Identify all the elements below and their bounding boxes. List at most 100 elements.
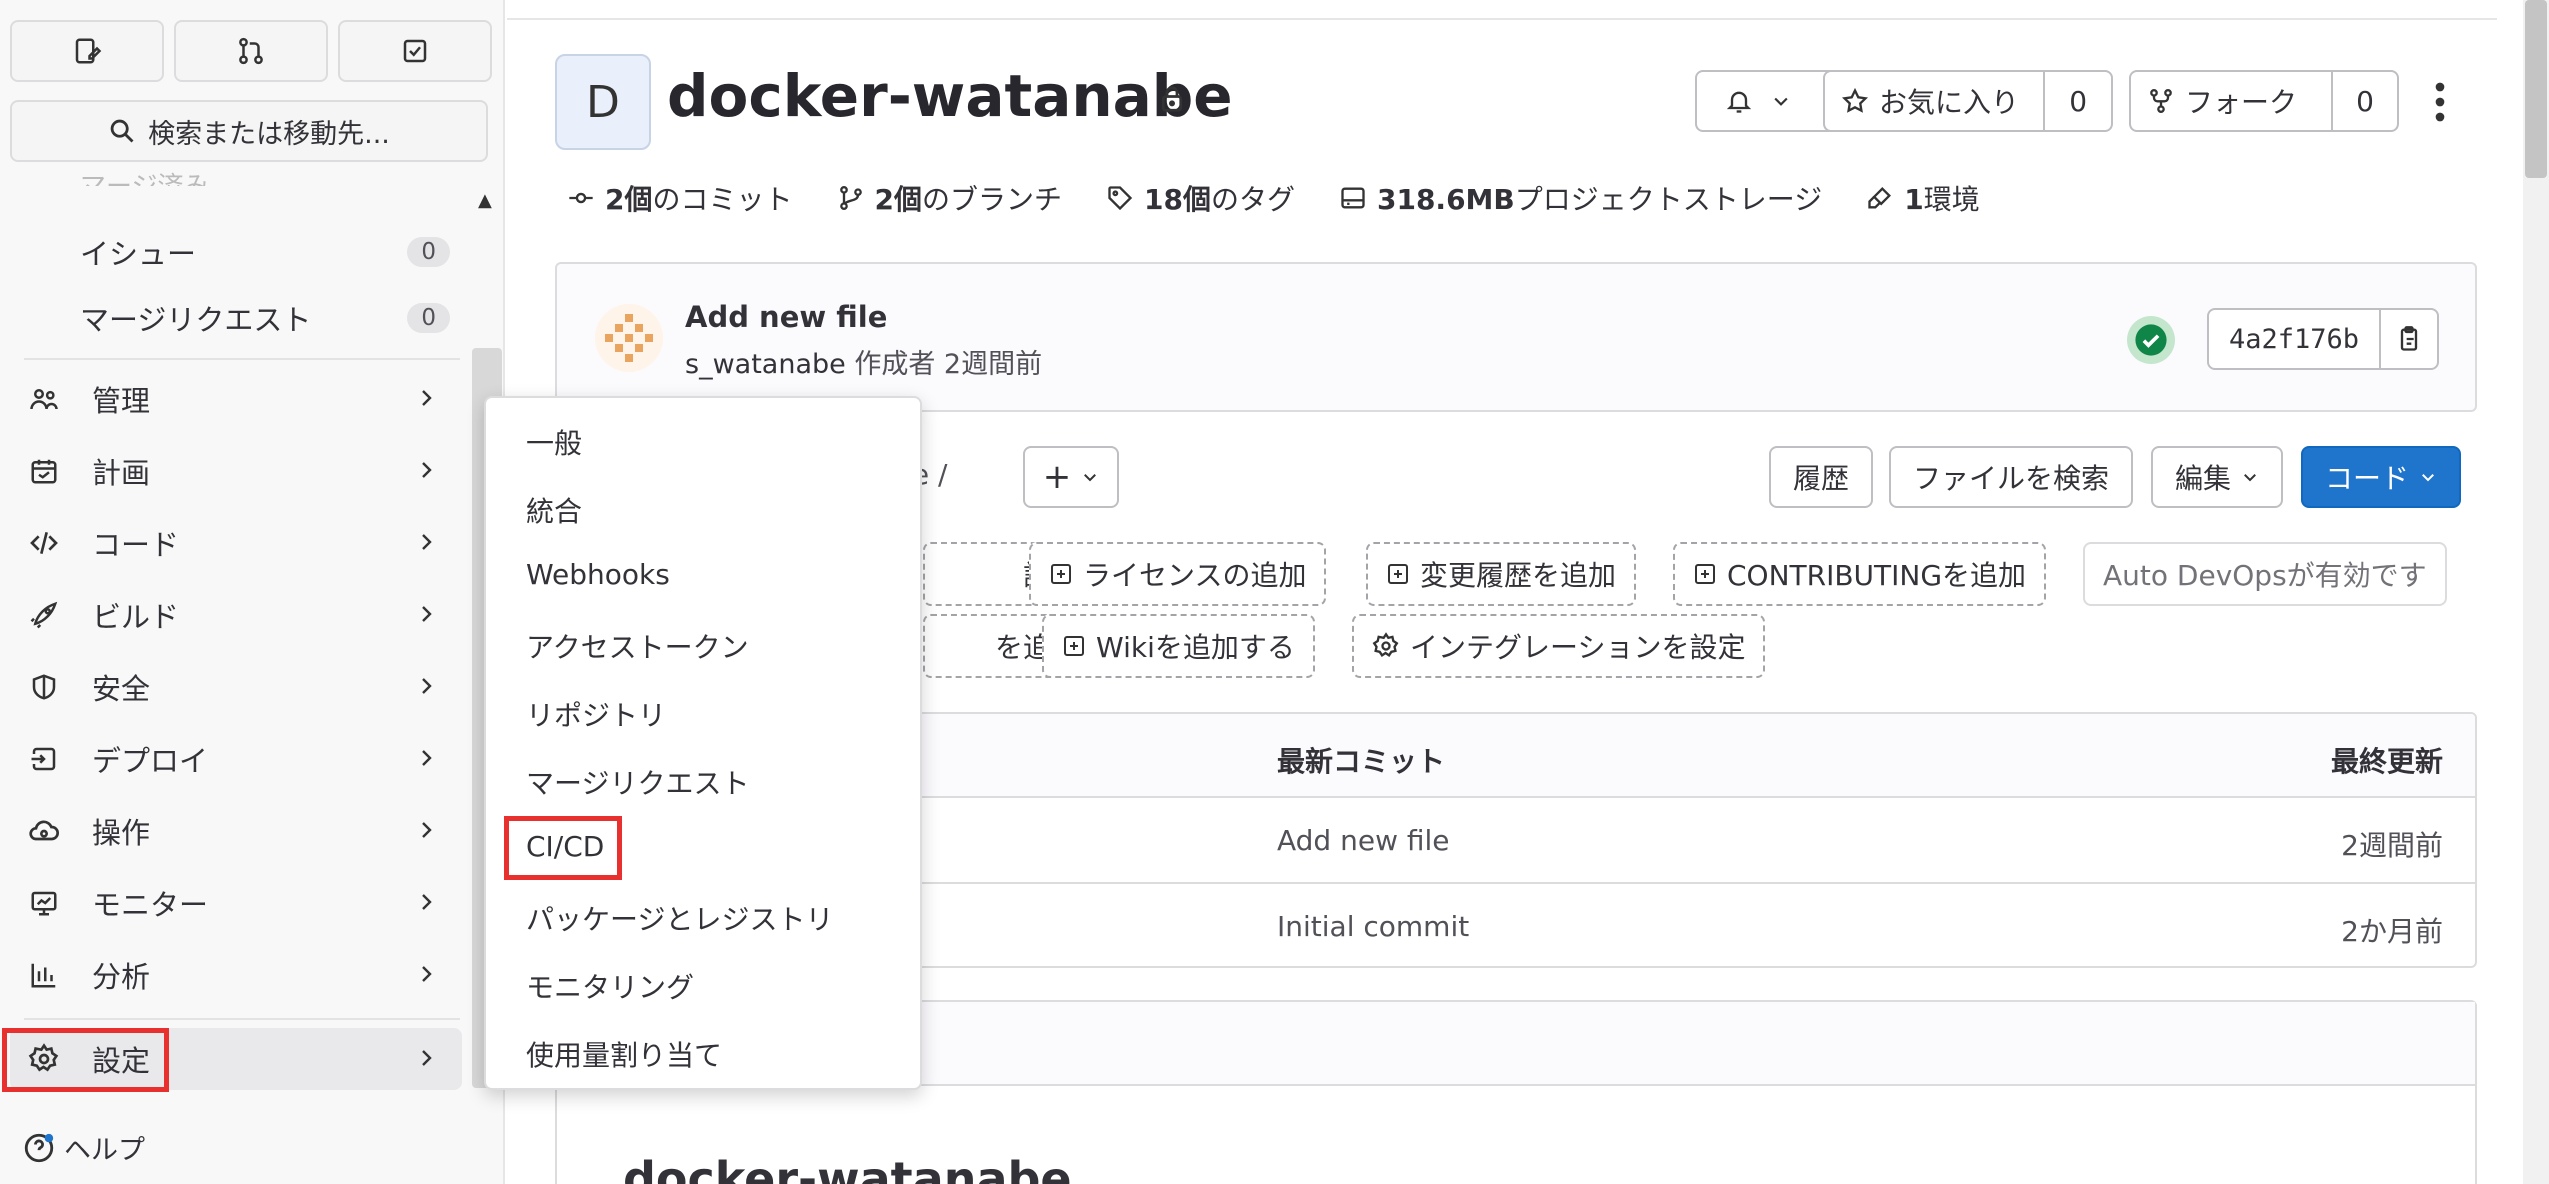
configure-integration-chip[interactable]: インテグレーションを設定: [1352, 614, 1766, 678]
menu-item-access-tokens[interactable]: アクセストークン: [526, 626, 749, 666]
add-license-chip[interactable]: ライセンスの追加: [1029, 542, 1327, 606]
menu-item-packages-registries[interactable]: パッケージとレジストリ: [526, 898, 833, 938]
sidebar-item-operate[interactable]: 操作: [10, 800, 462, 862]
page-title: docker-watanabe: [667, 62, 1233, 130]
chevron-down-icon: [1084, 474, 1097, 482]
menu-item-repository[interactable]: リポジトリ: [526, 694, 666, 734]
add-changelog-chip[interactable]: 変更履歴を追加: [1366, 542, 1637, 606]
sidebar-item-label: イシュー: [80, 237, 197, 271]
sidebar-item-analyze[interactable]: 分析: [10, 944, 462, 1006]
chevron-right-icon: [422, 534, 432, 550]
pipeline-status-button[interactable]: [2127, 316, 2175, 364]
chevron-right-icon: [422, 1050, 432, 1066]
row-commit-link[interactable]: Add new file: [1277, 824, 1450, 857]
chevron-right-icon: [422, 894, 432, 910]
help-button[interactable]: ヘルプ: [22, 1128, 145, 1167]
branches-stat-link[interactable]: 2個のブランチ: [837, 178, 1062, 218]
chevron-right-icon: [422, 750, 432, 766]
storage-label: プロジェクトストレージ: [1514, 183, 1823, 216]
plus-square-icon: [1064, 636, 1084, 656]
merge-requests-shortcut-button[interactable]: [174, 20, 328, 82]
sidebar-item-deploy[interactable]: デプロイ: [10, 728, 462, 790]
menu-item-usage-quotas[interactable]: 使用量割り当て: [526, 1034, 722, 1074]
fork-button[interactable]: フォーク 0: [2129, 70, 2399, 132]
star-button[interactable]: お気に入り 0: [1823, 70, 2113, 132]
chip-label: ライセンスの追加: [1083, 559, 1307, 592]
project-stats: 2個のコミット 2個のブランチ 18個のタグ 318.6MBプロジェクトストレー…: [567, 178, 1980, 218]
todo-shortcut-button[interactable]: [338, 20, 492, 82]
search-label: 検索または移動先...: [148, 118, 390, 150]
issues-shortcut-button[interactable]: [10, 20, 164, 82]
sidebar-item-monitor[interactable]: モニター: [10, 872, 462, 934]
commits-count: 2個: [605, 183, 653, 216]
auto-devops-chip[interactable]: Auto DevOpsが有効です: [2083, 542, 2447, 606]
sidebar-search-button[interactable]: 検索または移動先...: [10, 100, 488, 162]
menu-item-merge-requests[interactable]: マージリクエスト: [526, 762, 749, 802]
sidebar-item-label: モニター: [92, 888, 209, 922]
avatar[interactable]: [595, 304, 663, 372]
environments-stat-link[interactable]: 1環境: [1866, 178, 1980, 218]
page-scrollbar[interactable]: [2523, 0, 2549, 1184]
menu-item-monitoring[interactable]: モニタリング: [526, 966, 694, 1006]
add-wiki-chip[interactable]: Wikiを追加する: [1042, 614, 1315, 678]
sidebar-item-merge-requests[interactable]: マージリクエスト 0: [80, 290, 450, 346]
column-header-last-update: 最終更新: [2330, 745, 2443, 778]
plus-icon: +: [1042, 457, 1072, 497]
edit-button[interactable]: 編集: [2151, 446, 2284, 508]
find-file-button[interactable]: ファイルを検索: [1889, 446, 2134, 508]
users-icon: [24, 379, 64, 419]
tags-count: 18個: [1144, 183, 1211, 216]
help-icon: [24, 1133, 54, 1162]
menu-item-integrations[interactable]: 統合: [526, 490, 582, 530]
commit-sha-link[interactable]: 4a2f176b: [2209, 324, 2379, 355]
menu-item-general[interactable]: 一般: [526, 422, 582, 462]
sidebar-item-issues[interactable]: イシュー 0: [80, 224, 450, 280]
commits-stat-link[interactable]: 2個のコミット: [567, 178, 793, 218]
commits-label: のコミット: [652, 183, 793, 216]
settings-flyout-menu: 一般 統合 Webhooks アクセストークン リポジトリ マージリクエスト C…: [484, 396, 922, 1090]
fork-icon: [2150, 88, 2172, 114]
chart-icon: [24, 955, 64, 995]
environments-count: 1: [1904, 183, 1924, 216]
bell-icon: [1726, 91, 1752, 113]
row-commit-link[interactable]: Initial commit: [1277, 910, 1469, 943]
sidebar-divider: [24, 358, 460, 360]
sidebar-item-manage[interactable]: 管理: [10, 368, 462, 430]
code-button[interactable]: コード: [2301, 446, 2462, 508]
chip-label: Wikiを追加する: [1096, 631, 1295, 664]
menu-item-webhooks[interactable]: Webhooks: [526, 558, 670, 591]
tags-stat-link[interactable]: 18個のタグ: [1106, 178, 1295, 218]
lock-icon: [1161, 86, 1183, 112]
sidebar-item-plan[interactable]: 計画: [10, 440, 462, 502]
sidebar-item-code[interactable]: コード: [10, 512, 462, 574]
chevron-down-icon: [1774, 97, 1788, 106]
commit-meta-text: 作成者 2週間前: [854, 349, 1043, 380]
code-label: コード: [2325, 462, 2410, 495]
history-label: 履歴: [1793, 462, 1850, 495]
storage-stat-link[interactable]: 318.6MBプロジェクトストレージ: [1339, 178, 1822, 218]
commit-author-link[interactable]: s_watanabe: [685, 349, 846, 380]
history-button[interactable]: 履歴: [1769, 446, 1874, 508]
sidebar-item-label: 管理: [92, 384, 151, 418]
cloud-gear-icon: [24, 811, 64, 851]
sidebar-item-secure[interactable]: 安全: [10, 656, 462, 718]
calendar-icon: [24, 451, 64, 491]
count-badge: 0: [407, 237, 450, 267]
row-updated: 2か月前: [2341, 915, 2443, 948]
sidebar-scroll-up-icon[interactable]: ▲: [478, 190, 492, 211]
branches-label: のブランチ: [921, 183, 1062, 216]
sidebar-item-label: 分析: [92, 960, 151, 994]
sidebar: 検索または移動先... マージ済み ▲ イシュー 0 マージリクエスト 0 管理…: [0, 0, 505, 1184]
add-contributing-chip[interactable]: CONTRIBUTINGを追加: [1673, 542, 2047, 606]
commit-title-link[interactable]: Add new file: [685, 300, 887, 334]
copy-sha-button[interactable]: [2379, 310, 2437, 368]
row-updated: 2週間前: [2341, 829, 2443, 862]
sidebar-item-build[interactable]: ビルド: [10, 584, 462, 646]
sidebar-top-buttons: [10, 20, 492, 82]
add-to-tree-button[interactable]: +: [1023, 446, 1119, 508]
page-scrollbar-thumb[interactable]: [2525, 0, 2547, 178]
sidebar-item-label: 操作: [92, 816, 151, 850]
chevron-right-icon: [422, 606, 432, 622]
more-actions-icon[interactable]: [2433, 82, 2447, 122]
star-count: 0: [2069, 84, 2088, 118]
